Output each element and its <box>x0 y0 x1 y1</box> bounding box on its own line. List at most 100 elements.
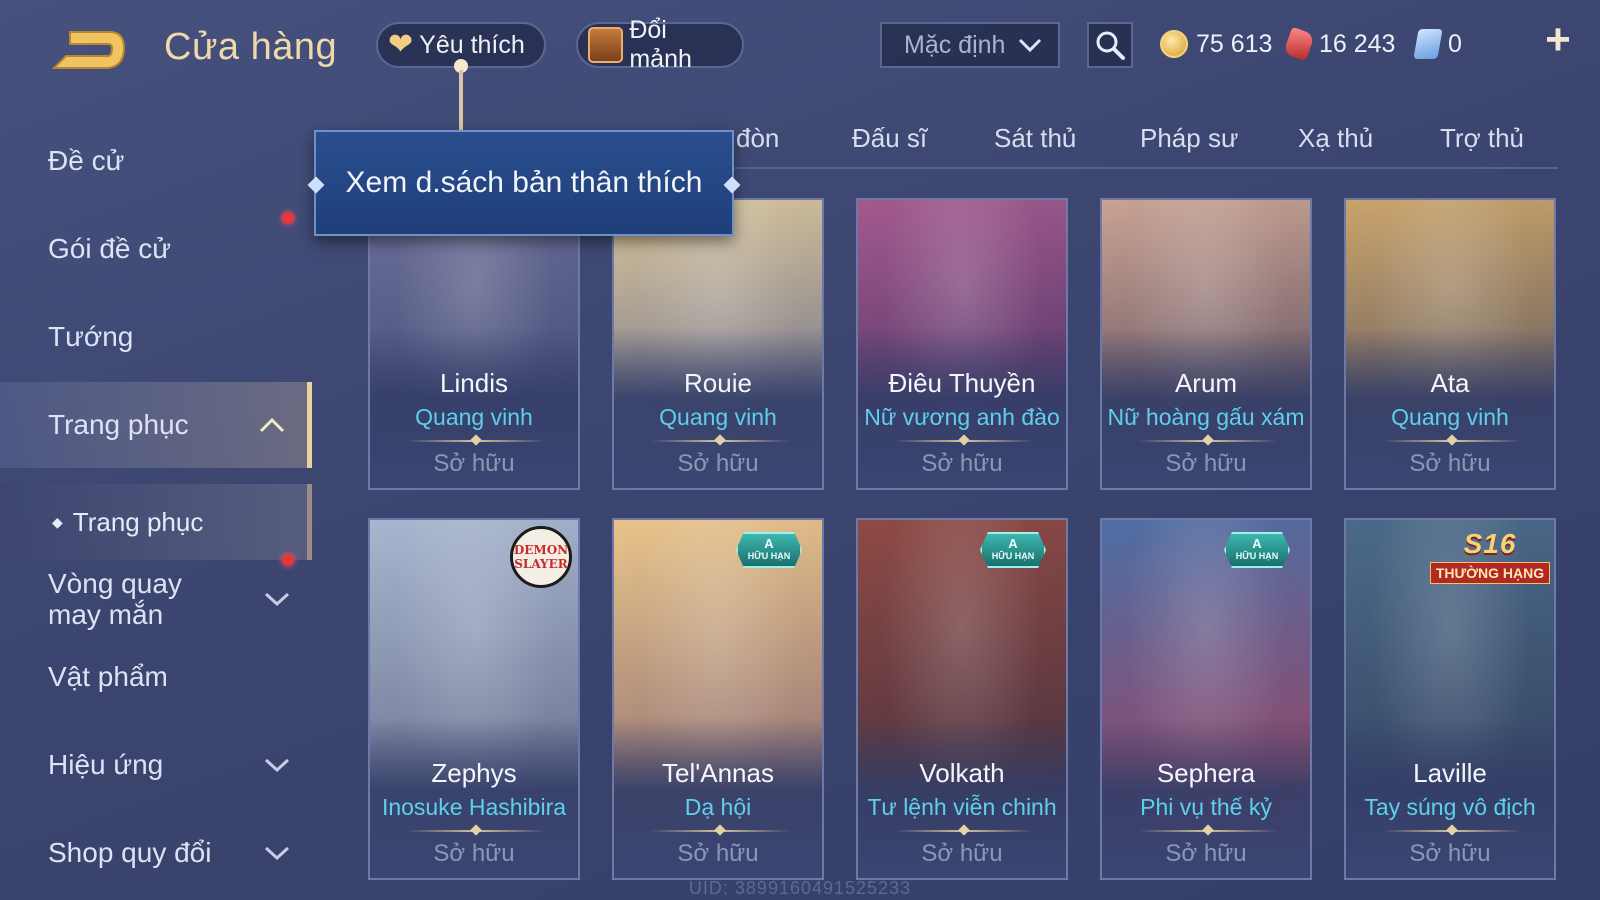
skin-name: Quang vinh <box>415 404 533 430</box>
owned-status: Sở hữu <box>677 450 759 477</box>
tab-assassin[interactable]: Sát thủ <box>994 123 1076 154</box>
limited-tier-badge: A HỮU HẠN <box>736 532 802 568</box>
chevron-down-icon <box>1018 38 1042 53</box>
skin-name: Tay súng vô địch <box>1364 794 1536 820</box>
sidebar-item-effects[interactable]: Hiệu ứng <box>0 722 312 808</box>
gold-coin-icon <box>1160 30 1188 58</box>
divider-ornament <box>1382 830 1522 832</box>
owned-status: Sở hữu <box>1165 450 1247 477</box>
exchange-fragments-button[interactable]: Đổi mảnh <box>576 16 744 73</box>
gold-balance: 75 613 <box>1160 24 1272 64</box>
divider-ornament <box>894 440 1034 442</box>
skin-name: Phi vụ thế kỷ <box>1140 794 1272 820</box>
hero-name: Điêu Thuyền <box>888 368 1036 398</box>
bullet-icon: ◆ <box>52 513 63 530</box>
sidebar-item-label: Hiệu ứng <box>48 749 164 780</box>
skin-card[interactable]: A HỮU HẠN Sephera Phi vụ thế kỷ Sở hữu <box>1100 518 1312 880</box>
season-rank-badge: S16 THƯỜNG HẠNG <box>1430 528 1550 584</box>
skin-card[interactable]: Ata Quang vinh Sở hữu <box>1344 198 1556 490</box>
divider-ornament <box>406 440 546 442</box>
tab-fighter[interactable]: Đấu sĩ <box>852 123 927 154</box>
skin-grid: Lindis Quang vinh Sở hữu Rouie Quang vin… <box>368 198 1558 888</box>
divider-ornament <box>406 830 546 832</box>
limited-tier-badge: A HỮU HẠN <box>1224 532 1290 568</box>
hero-name: Arum <box>1174 368 1238 398</box>
page-title: Cửa hàng <box>164 26 338 68</box>
sidebar-item-featured-bundles[interactable]: Gói đề cử <box>0 206 312 292</box>
skin-name: Quang vinh <box>1391 404 1509 430</box>
sidebar-item-label: Vòng quay may mắn <box>48 568 182 630</box>
tab-mage[interactable]: Pháp sư <box>1140 123 1238 154</box>
divider-ornament <box>650 830 790 832</box>
tab-support[interactable]: Trợ thủ <box>1440 123 1524 154</box>
sidebar-item-heroes[interactable]: Tướng <box>0 294 312 380</box>
chevron-up-icon <box>259 417 285 433</box>
hero-name: Tel'Annas <box>662 758 774 788</box>
tab-tank[interactable]: đòn <box>736 123 779 154</box>
skin-card[interactable]: S16 THƯỜNG HẠNG Laville Tay súng vô địch… <box>1344 518 1556 880</box>
skin-card[interactable]: Rouie Quang vinh Sở hữu <box>612 198 824 490</box>
role-tabs: đòn Đấu sĩ Sát thủ Pháp sư Xạ thủ Trợ th… <box>716 115 1558 169</box>
owned-status: Sở hữu <box>921 840 1003 867</box>
skin-card[interactable]: Lindis Quang vinh Sở hữu <box>368 198 580 490</box>
skin-card[interactable]: Điêu Thuyền Nữ vương anh đào Sở hữu <box>856 198 1068 490</box>
hero-name: Lindis <box>440 368 508 398</box>
skin-card[interactable]: Arum Nữ hoàng gấu xám Sở hữu <box>1100 198 1312 490</box>
voucher-amount: 0 <box>1448 29 1462 58</box>
user-id-watermark: UID: 3899160491525233 <box>688 878 912 898</box>
chevron-down-icon <box>264 846 290 861</box>
hero-name: Sephera <box>1156 758 1256 788</box>
top-up-button[interactable]: + <box>1536 18 1580 64</box>
divider-ornament <box>650 440 790 442</box>
skin-name: Inosuke Hashibira <box>381 794 567 820</box>
sidebar-subitem-skins[interactable]: ◆ Trang phục <box>0 484 312 560</box>
owned-status: Sở hữu <box>433 450 515 477</box>
gem-amount: 16 243 <box>1319 29 1396 58</box>
voucher-icon <box>1413 29 1443 59</box>
demon-slayer-badge: DEMON SLAYER <box>510 526 572 588</box>
search-button[interactable] <box>1087 22 1133 68</box>
notification-dot <box>282 554 294 566</box>
owned-status: Sở hữu <box>433 840 515 867</box>
hero-name: Laville <box>1413 758 1487 788</box>
tooltip-text: Xem d.sách bản thân thích <box>345 166 703 199</box>
skin-card[interactable]: A HỮU HẠN Volkath Tư lệnh viễn chinh Sở … <box>856 518 1068 880</box>
chest-icon <box>588 27 624 63</box>
sidebar-item-label: Shop quy đổi <box>48 837 212 868</box>
exchange-fragments-label: Đổi mảnh <box>629 16 692 73</box>
skin-card[interactable]: DEMON SLAYER Zephys Inosuke Hashibira Sở… <box>368 518 580 880</box>
voucher-balance: 0 <box>1413 24 1462 64</box>
owned-status: Sở hữu <box>921 450 1003 477</box>
sidebar-item-lucky-wheel[interactable]: Vòng quay may mắn <box>0 554 312 644</box>
owned-status: Sở hữu <box>677 840 759 867</box>
hero-name: Ata <box>1430 368 1470 398</box>
divider-ornament <box>1382 440 1522 442</box>
heart-icon: ❤ <box>388 28 414 61</box>
search-icon <box>1096 31 1125 60</box>
chevron-down-icon <box>264 758 290 773</box>
skin-card[interactable]: A HỮU HẠN Tel'Annas Dạ hội Sở hữu <box>612 518 824 880</box>
sort-selected-value: Mặc định <box>904 30 1006 59</box>
limited-tier-badge: A HỮU HẠN <box>980 532 1046 568</box>
red-gem-icon <box>1282 26 1316 62</box>
sidebar-item-skins[interactable]: Trang phục <box>0 382 312 468</box>
skin-name: Tư lệnh viễn chinh <box>867 794 1057 820</box>
gem-balance: 16 243 <box>1282 24 1396 64</box>
tab-marksman[interactable]: Xạ thủ <box>1298 123 1373 154</box>
sidebar-item-featured[interactable]: Đề cử <box>0 118 312 204</box>
plus-icon: + <box>1545 15 1571 64</box>
sidebar-subitem-label: Trang phục <box>72 506 204 537</box>
divider-ornament <box>1138 830 1278 832</box>
favorites-label: Yêu thích <box>419 30 525 59</box>
skin-name: Dạ hội <box>684 794 752 820</box>
back-button[interactable] <box>48 26 128 76</box>
sidebar-item-label: Đề cử <box>48 145 125 176</box>
skin-name: Quang vinh <box>659 404 777 430</box>
notification-dot <box>282 212 294 224</box>
owned-status: Sở hữu <box>1409 450 1491 477</box>
favorites-tooltip: Xem d.sách bản thân thích <box>307 130 741 236</box>
tooltip-pointer-line <box>459 70 463 132</box>
sidebar-item-label: Gói đề cử <box>48 233 172 264</box>
sidebar-item-items[interactable]: Vật phẩm <box>0 634 312 720</box>
sort-dropdown[interactable]: Mặc định <box>880 22 1060 68</box>
